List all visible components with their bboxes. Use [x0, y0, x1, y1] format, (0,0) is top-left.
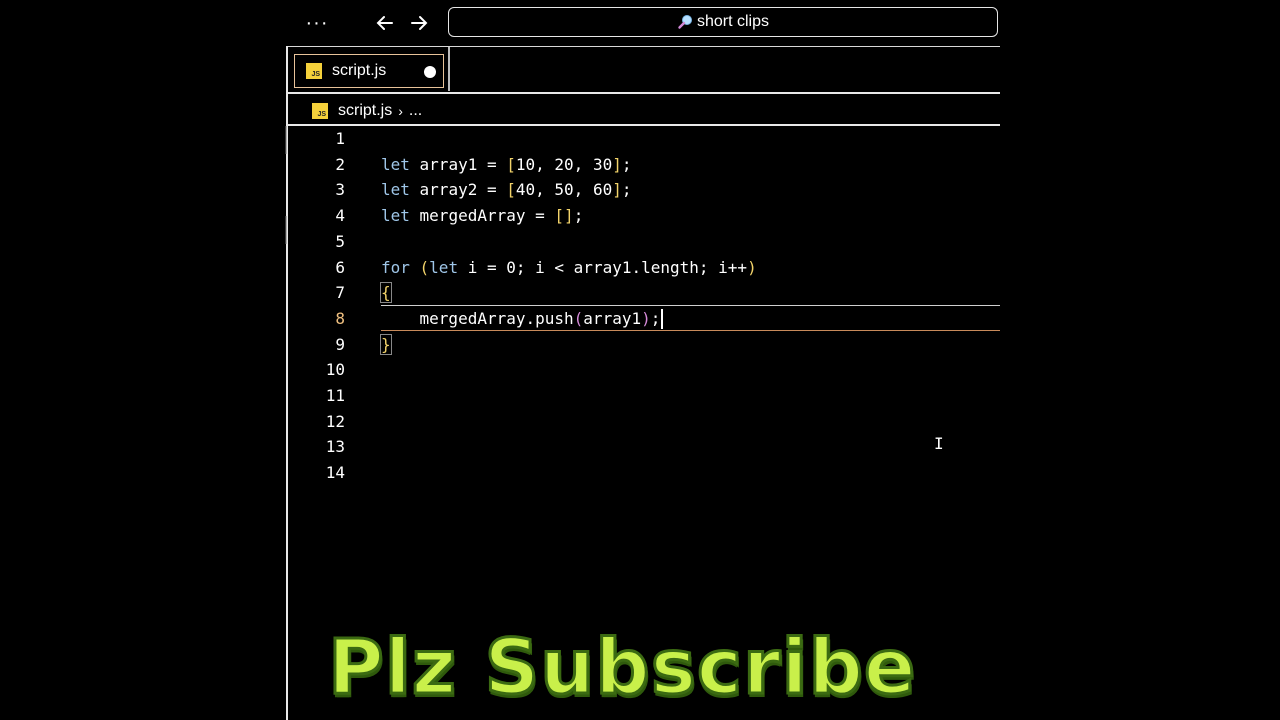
code-line: 10 [288, 357, 1000, 383]
mouse-ibeam-cursor-icon: I [934, 434, 944, 453]
code-token: array1 [583, 308, 642, 328]
command-search-box[interactable]: short clips [448, 7, 998, 37]
code-line: 3 let array2 = [40, 50, 60]; [288, 177, 1000, 203]
code-text: { [380, 280, 392, 306]
javascript-file-icon: JS [306, 63, 322, 79]
scm-gutter-marks [285, 126, 287, 244]
chevron-right-icon: › [398, 103, 403, 119]
brace: } [380, 333, 392, 355]
search-icon [678, 15, 692, 29]
code-line: 1 [288, 126, 1000, 152]
brace: { [380, 282, 392, 304]
subscribe-overlay-text: Plz Subscribe [327, 621, 917, 713]
code-line: 7 { [288, 280, 1000, 306]
text-cursor [661, 309, 664, 330]
keyword: let [381, 154, 410, 174]
search-text: short clips [696, 13, 770, 30]
code-token: ; [573, 206, 584, 226]
line-number: 2 [335, 154, 345, 174]
paren: ( [573, 308, 584, 328]
bracket: ] [564, 206, 574, 226]
bracket: ) [747, 257, 757, 277]
keyword: let [381, 180, 410, 200]
line-number: 5 [335, 231, 345, 251]
code-text: let array2 = [40, 50, 60]; [381, 177, 631, 203]
javascript-file-icon: JS [312, 103, 328, 119]
code-line: 11 [288, 383, 1000, 409]
bracket: [ [554, 206, 565, 226]
line-number: 6 [335, 257, 345, 277]
code-line: 6 for (let i = 0; i < array1.length; i++… [288, 255, 1000, 281]
tab-bar: JS script.js [288, 46, 1000, 92]
divider [288, 92, 1000, 94]
tab-label: script.js [332, 62, 387, 79]
code-text: } [380, 332, 392, 358]
keyword: for [381, 257, 410, 277]
forward-button[interactable] [406, 10, 432, 36]
code-token: ; [621, 154, 632, 174]
code-editor[interactable]: 1 2 let array1 = [10, 20, 30]; 3 let arr… [288, 126, 1000, 496]
breadcrumb: JS script.js › ... [312, 98, 422, 124]
keyword: let [381, 206, 410, 226]
line-number: 13 [325, 437, 345, 457]
code-text: mergedArray.push(array1); [381, 306, 664, 332]
line-number: 7 [335, 283, 345, 303]
line-number: 8 [335, 308, 345, 328]
paren: ) [641, 308, 651, 328]
breadcrumb-file[interactable]: script.js [338, 102, 392, 120]
line-number: 9 [335, 334, 345, 354]
line-number: 10 [325, 360, 345, 380]
more-button[interactable]: ··· [304, 10, 330, 36]
line-number: 4 [335, 206, 345, 226]
breadcrumb-symbols[interactable]: ... [409, 102, 422, 120]
code-token: 40, 50, 60 [515, 180, 613, 200]
code-text: let array1 = [10, 20, 30]; [381, 152, 631, 178]
code-line: 5 [288, 229, 1000, 255]
code-token: mergedArray = [409, 206, 555, 226]
code-token: i = 0; i < array1.length; i++ [458, 257, 748, 277]
code-line: 12 [288, 409, 1000, 435]
bracket: [ [506, 180, 516, 200]
code-token: 10, 20, 30 [515, 154, 613, 174]
code-token: array1 = [409, 154, 507, 174]
code-token: ; [621, 180, 632, 200]
code-line: 4 let mergedArray = []; [288, 203, 1000, 229]
code-line: 13 [288, 434, 1000, 460]
bracket: ] [612, 154, 622, 174]
code-token: mergedArray.push [419, 308, 574, 328]
code-line: 2 let array1 = [10, 20, 30]; [288, 152, 1000, 178]
tab-script-js[interactable]: JS script.js [294, 54, 444, 88]
code-text: let mergedArray = []; [381, 203, 583, 229]
arrow-left-icon [376, 16, 393, 30]
bracket: ] [612, 180, 622, 200]
back-button[interactable] [372, 10, 398, 36]
tab-divider [448, 47, 450, 91]
bracket: ( [409, 257, 430, 277]
code-line-active: 8 mergedArray.push(array1); [288, 304, 1000, 332]
code-token: ; [650, 308, 661, 328]
bracket: [ [506, 154, 516, 174]
line-number: 12 [325, 411, 345, 431]
line-number: 11 [325, 386, 345, 405]
arrow-right-icon [411, 16, 428, 30]
code-text: for (let i = 0; i < array1.length; i++) [381, 255, 757, 281]
code-token: array2 = [409, 180, 507, 200]
code-line: 9 } [288, 332, 1000, 358]
line-number: 1 [335, 129, 345, 148]
keyword: let [429, 257, 459, 277]
line-number: 14 [325, 463, 345, 483]
code-line: 14 [288, 460, 1000, 486]
unsaved-dot-icon[interactable] [424, 66, 436, 78]
line-number: 3 [335, 180, 345, 200]
